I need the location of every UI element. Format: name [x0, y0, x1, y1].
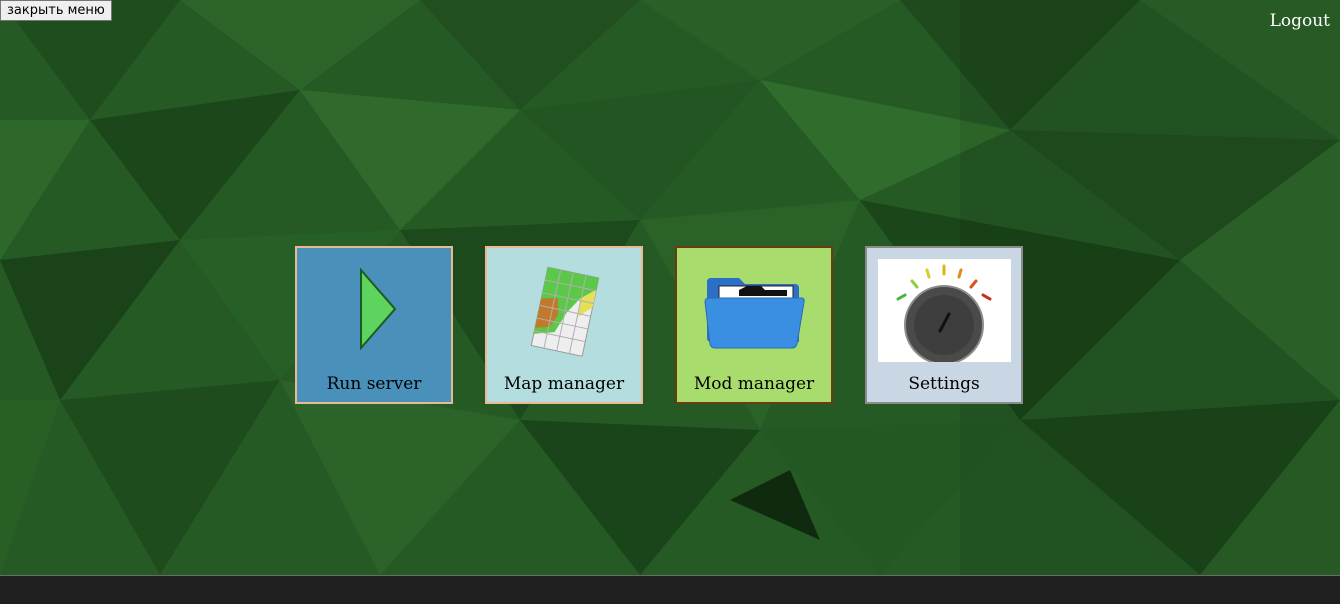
map-manager-label: Map manager [503, 374, 625, 394]
mod-manager-label: Mod manager [693, 374, 815, 394]
map-manager-tile[interactable]: Map manager [485, 246, 643, 404]
run-server-label: Run server [326, 374, 422, 394]
close-menu-button[interactable]: закрыть меню [0, 0, 112, 21]
settings-label: Settings [908, 374, 980, 394]
mod-manager-tile[interactable]: Mod manager [675, 246, 833, 404]
settings-tile[interactable]: Settings [865, 246, 1023, 404]
folder-icon [704, 278, 805, 349]
knob-dial-icon [878, 259, 1011, 362]
bottom-bar [0, 575, 1340, 604]
map-icon [530, 266, 600, 357]
logout-link[interactable]: Logout [1270, 11, 1330, 31]
play-icon [360, 268, 397, 351]
background-pattern [0, 0, 1340, 575]
run-server-tile[interactable]: Run server [295, 246, 453, 404]
